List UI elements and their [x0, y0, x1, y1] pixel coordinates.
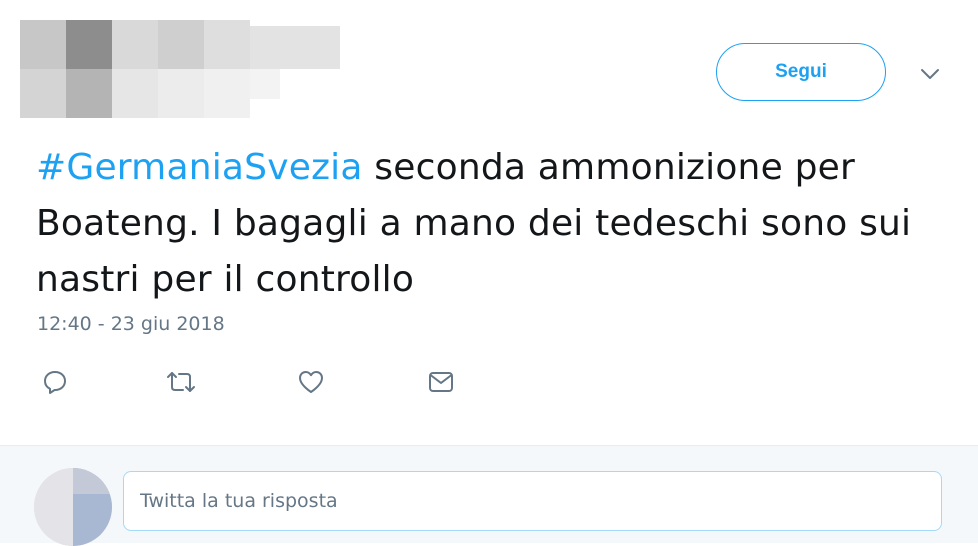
retweet-icon[interactable] — [164, 366, 198, 398]
avatar — [34, 468, 112, 546]
follow-button[interactable]: Segui — [716, 43, 886, 101]
tweet-card: Segui #GermaniaSvezia seconda ammonizion… — [0, 0, 978, 445]
like-icon[interactable] — [294, 366, 328, 398]
reply-composer — [0, 445, 978, 546]
tweet-text: #GermaniaSvezia seconda ammonizione per … — [36, 140, 936, 308]
reply-input[interactable] — [123, 471, 942, 531]
reply-icon[interactable] — [38, 366, 72, 398]
hashtag-link[interactable]: #GermaniaSvezia — [36, 147, 363, 188]
direct-message-icon[interactable] — [424, 366, 458, 398]
tweet-timestamp[interactable]: 12:40 - 23 giu 2018 — [37, 313, 225, 335]
chevron-down-icon[interactable] — [914, 62, 946, 86]
author-info-blurred — [20, 20, 340, 118]
